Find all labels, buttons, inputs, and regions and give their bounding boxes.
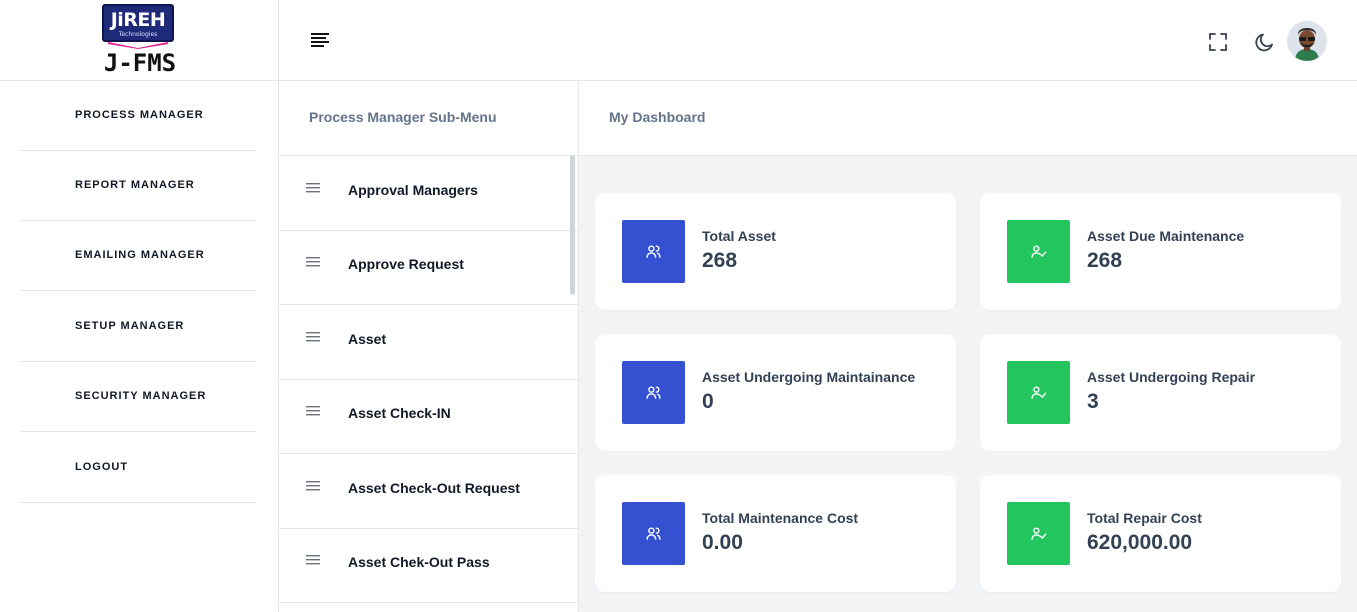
app-name: J-FMS xyxy=(103,49,177,77)
company-logo[interactable]: JiREH Technologies xyxy=(102,4,174,49)
stat-card-asset-undergoing-repair[interactable]: Asset Undergoing Repair 3 xyxy=(980,334,1341,451)
stat-icon-tile xyxy=(622,220,685,283)
sub-menu-panel: Process Manager Sub-Menu Approval Manage… xyxy=(279,81,579,612)
dashboard-content: Total Asset 268 Asset Due Maintenance 26… xyxy=(579,156,1357,612)
sub-menu-item-approval-managers[interactable]: Approval Managers xyxy=(279,156,578,231)
stat-label: Asset Undergoing Maintainance xyxy=(702,369,916,385)
sub-menu-label: Asset Chek-Out Pass xyxy=(348,554,490,570)
logo-subtext: Technologies xyxy=(118,31,158,38)
sidebar-item-setup-manager[interactable]: SETUP MANAGER xyxy=(20,292,257,362)
sidebar-item-label: SETUP MANAGER xyxy=(75,320,185,332)
sidebar-item-security-manager[interactable]: SECURITY MANAGER xyxy=(20,362,257,432)
sub-menu-item-asset-check-in[interactable]: Asset Check-IN xyxy=(279,379,578,454)
sub-menu-label: Approve Request xyxy=(348,256,464,272)
stat-label: Total Asset xyxy=(702,228,776,244)
sidebar-item-label: LOGOUT xyxy=(75,461,129,473)
sidebar-item-label: EMAILING MANAGER xyxy=(75,249,205,261)
top-bar: JiREH Technologies J-FMS xyxy=(0,0,1357,81)
stat-card-total-maintenance-cost[interactable]: Total Maintenance Cost 0.00 xyxy=(595,475,956,592)
menu-lines-icon xyxy=(306,481,320,491)
page-title: My Dashboard xyxy=(609,109,706,125)
logo-swoosh-icon xyxy=(108,42,168,49)
sub-menu-header: Process Manager Sub-Menu xyxy=(279,81,578,156)
sidebar-item-logout[interactable]: LOGOUT xyxy=(20,433,257,503)
fullscreen-icon xyxy=(1209,33,1227,51)
users-icon xyxy=(646,527,661,540)
stat-card-asset-undergoing-maintainance[interactable]: Asset Undergoing Maintainance 0 xyxy=(595,334,956,451)
menu-lines-icon xyxy=(306,332,320,342)
sub-menu-label: Asset Check-Out Request xyxy=(348,480,520,496)
stat-icon-tile xyxy=(622,502,685,565)
stat-icon-tile xyxy=(1007,361,1070,424)
stat-card-total-asset[interactable]: Total Asset 268 xyxy=(595,193,956,310)
users-icon xyxy=(646,386,661,399)
sub-menu-title: Process Manager Sub-Menu xyxy=(309,109,497,125)
stat-label: Asset Undergoing Repair xyxy=(1087,369,1256,385)
avatar[interactable] xyxy=(1287,21,1327,61)
brand-area: JiREH Technologies J-FMS xyxy=(0,0,279,81)
dark-mode-toggle[interactable] xyxy=(1253,30,1277,54)
logo-text: JiREH xyxy=(110,9,166,31)
sub-menu-item-approve-request[interactable]: Approve Request xyxy=(279,230,578,305)
sidebar-item-label: SECURITY MANAGER xyxy=(75,390,207,402)
stat-value: 268 xyxy=(702,249,738,272)
stat-icon-tile xyxy=(1007,220,1070,283)
stat-value: 0 xyxy=(702,390,714,413)
dashboard-header: My Dashboard xyxy=(579,81,1357,156)
stat-value: 3 xyxy=(1087,390,1099,413)
sub-menu-item-asset[interactable]: Asset xyxy=(279,305,578,380)
stat-icon-tile xyxy=(622,361,685,424)
moon-icon xyxy=(1255,33,1273,52)
users-icon xyxy=(646,245,661,258)
sub-menu-label: Asset xyxy=(348,331,387,347)
menu-lines-icon xyxy=(306,406,320,416)
stat-label: Total Maintenance Cost xyxy=(702,510,859,526)
user-avatar-icon xyxy=(1287,21,1327,61)
stat-label: Total Repair Cost xyxy=(1087,510,1202,526)
sidebar-item-label: REPORT MANAGER xyxy=(75,179,195,191)
menu-lines-icon xyxy=(306,257,320,267)
user-check-icon xyxy=(1031,386,1047,399)
stat-value: 268 xyxy=(1087,249,1123,272)
stat-label: Asset Due Maintenance xyxy=(1087,228,1245,244)
sidebar-item-report-manager[interactable]: REPORT MANAGER xyxy=(20,151,257,221)
logo-box: JiREH Technologies xyxy=(102,4,174,42)
fullscreen-button[interactable] xyxy=(1206,30,1230,54)
stat-value: 0.00 xyxy=(702,531,743,554)
sidebar-item-emailing-manager[interactable]: EMAILING MANAGER xyxy=(20,221,257,291)
menu-lines-icon xyxy=(306,555,320,565)
sub-menu-scrollbar[interactable] xyxy=(570,155,575,295)
sub-menu-label: Approval Managers xyxy=(348,182,478,198)
user-check-icon xyxy=(1031,245,1047,258)
sub-menu-label: Asset Check-IN xyxy=(348,405,451,421)
sub-menu-item-asset-check-out-request[interactable]: Asset Check-Out Request xyxy=(279,454,578,529)
sidebar-item-label: PROCESS MANAGER xyxy=(75,109,204,121)
user-check-icon xyxy=(1031,527,1047,540)
stat-card-asset-due-maintenance[interactable]: Asset Due Maintenance 268 xyxy=(980,193,1341,310)
hamburger-icon xyxy=(311,33,329,47)
hamburger-menu-button[interactable] xyxy=(309,30,333,50)
stat-card-total-repair-cost[interactable]: Total Repair Cost 620,000.00 xyxy=(980,475,1341,592)
main-sidebar: PROCESS MANAGER REPORT MANAGER EMAILING … xyxy=(0,81,279,612)
stat-value: 620,000.00 xyxy=(1087,531,1193,554)
sidebar-item-process-manager[interactable]: PROCESS MANAGER xyxy=(20,81,257,151)
sub-menu-item-asset-chek-out-pass[interactable]: Asset Chek-Out Pass xyxy=(279,528,578,603)
stat-icon-tile xyxy=(1007,502,1070,565)
menu-lines-icon xyxy=(306,183,320,193)
